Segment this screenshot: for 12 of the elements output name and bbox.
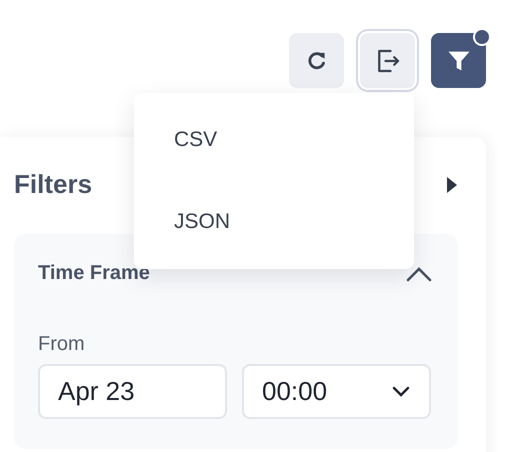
date-field[interactable]: Apr 23 bbox=[38, 364, 227, 419]
chevron-icon[interactable] bbox=[406, 266, 432, 282]
collapse-icon[interactable] bbox=[446, 176, 458, 194]
menu-item[interactable]: CSV bbox=[134, 128, 414, 152]
time-select[interactable]: 00:00 bbox=[242, 364, 431, 419]
menu-item[interactable]: JSON bbox=[134, 210, 414, 234]
field-label: From bbox=[38, 333, 86, 356]
refresh-button[interactable] bbox=[289, 33, 344, 88]
export-button[interactable] bbox=[360, 33, 415, 88]
panel-title: Filters bbox=[14, 169, 92, 200]
section-title: Time Frame bbox=[38, 262, 150, 285]
caret-icon bbox=[391, 386, 411, 398]
